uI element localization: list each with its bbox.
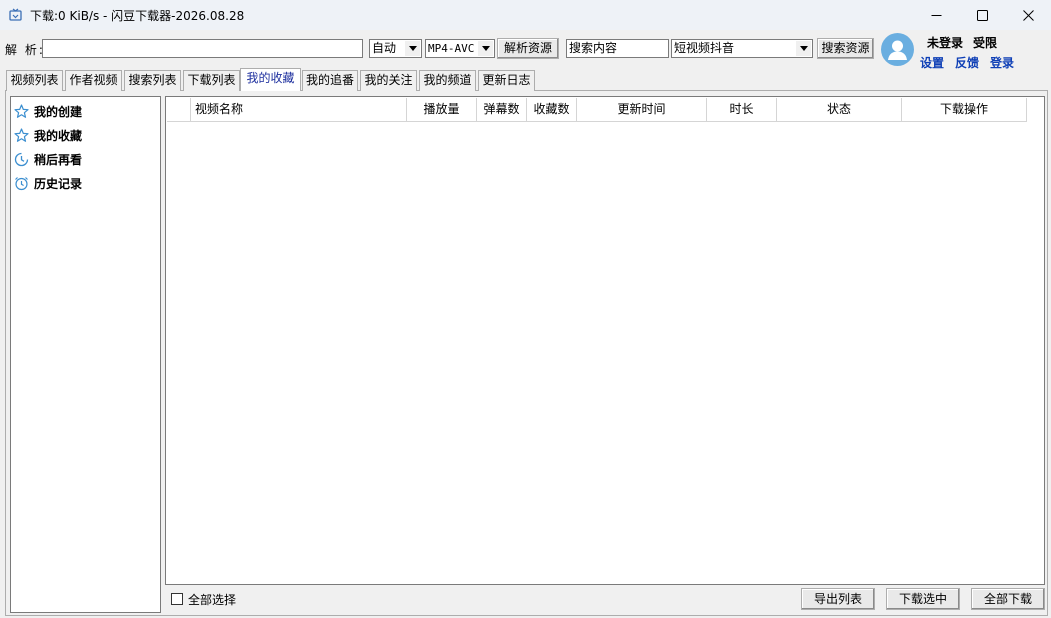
search-resource-button[interactable]: 搜索资源 — [817, 38, 874, 59]
maximize-icon — [976, 9, 988, 21]
quality-select-value: 自动 — [372, 41, 397, 55]
tab-video-list[interactable]: 视频列表 — [6, 70, 63, 91]
star-icon — [13, 103, 29, 119]
minimize-button[interactable] — [913, 0, 959, 30]
tab-my-following[interactable]: 我的关注 — [360, 70, 417, 91]
column-header-download-action[interactable]: 下载操作 — [902, 98, 1027, 122]
format-select-value: MP4-AVC — [428, 42, 475, 55]
user-icon — [888, 40, 907, 60]
format-select[interactable]: MP4-AVC — [425, 39, 495, 58]
column-header-danmaku[interactable]: 弹幕数 — [477, 98, 527, 122]
clock-icon — [13, 151, 29, 167]
star-icon — [13, 127, 29, 143]
limit-status: 受限 — [973, 36, 998, 50]
feedback-link[interactable]: 反馈 — [955, 54, 979, 71]
tab-my-favorites[interactable]: 我的收藏 — [240, 68, 301, 91]
sidebar: 我的创建 我的收藏 稍后再看 历史记录 — [10, 96, 161, 613]
video-table[interactable]: 视频名称 播放量 弹幕数 收藏数 更新时间 时长 状态 下载操作 — [165, 96, 1045, 585]
select-all-label[interactable]: 全部选择 — [188, 591, 236, 608]
column-header-status[interactable]: 状态 — [777, 98, 902, 122]
sidebar-item-watch-later[interactable]: 稍后再看 — [13, 149, 82, 169]
download-selected-button[interactable]: 下载选中 — [886, 588, 960, 610]
sidebar-item-my-created[interactable]: 我的创建 — [13, 101, 82, 121]
window-title: 下载:0 KiB/s - 闪豆下载器-2026.08.28 — [30, 9, 245, 23]
tab-my-anime[interactable]: 我的追番 — [302, 70, 358, 91]
sidebar-item-label: 稍后再看 — [34, 152, 83, 167]
settings-link[interactable]: 设置 — [920, 54, 944, 71]
column-header-update-time[interactable]: 更新时间 — [577, 98, 707, 122]
tab-download-list[interactable]: 下载列表 — [183, 70, 240, 91]
avatar[interactable] — [881, 33, 914, 66]
platform-select[interactable]: 短视频抖音 — [671, 39, 813, 58]
quality-select[interactable]: 自动 — [369, 39, 422, 58]
chevron-down-icon[interactable] — [796, 41, 811, 56]
title-bar: 下载:0 KiB/s - 闪豆下载器-2026.08.28 — [0, 0, 1051, 30]
column-header-plays[interactable]: 播放量 — [407, 98, 477, 122]
close-button[interactable] — [1005, 0, 1051, 30]
tab-author-videos[interactable]: 作者视频 — [65, 70, 122, 91]
sidebar-item-label: 历史记录 — [34, 176, 83, 191]
login-link[interactable]: 登录 — [990, 54, 1014, 71]
sidebar-item-label: 我的创建 — [34, 104, 83, 119]
url-input[interactable] — [42, 39, 363, 58]
chevron-down-icon[interactable] — [405, 41, 420, 56]
app-icon — [9, 8, 22, 21]
platform-select-value: 短视频抖音 — [674, 41, 735, 55]
close-icon — [1022, 9, 1034, 21]
parse-resource-button[interactable]: 解析资源 — [497, 38, 559, 59]
sidebar-item-my-favorites[interactable]: 我的收藏 — [13, 125, 82, 145]
maximize-button[interactable] — [959, 0, 1005, 30]
login-status: 未登录 — [927, 36, 964, 50]
minimize-icon — [931, 14, 941, 16]
select-all-checkbox[interactable] — [171, 593, 183, 605]
column-header-select[interactable] — [167, 98, 191, 122]
export-list-button[interactable]: 导出列表 — [801, 588, 875, 610]
chevron-down-icon[interactable] — [478, 41, 493, 56]
download-all-button[interactable]: 全部下载 — [971, 588, 1045, 610]
sidebar-item-label: 我的收藏 — [34, 128, 83, 143]
parse-label: 解 析: — [5, 43, 45, 57]
column-header-favorites[interactable]: 收藏数 — [527, 98, 577, 122]
column-header-video-name[interactable]: 视频名称 — [191, 98, 407, 122]
tab-search-list[interactable]: 搜索列表 — [124, 70, 181, 91]
search-input[interactable]: 搜索内容 — [566, 39, 669, 58]
sidebar-item-history[interactable]: 历史记录 — [13, 173, 82, 193]
tab-my-channel[interactable]: 我的频道 — [419, 70, 476, 91]
tab-changelog[interactable]: 更新日志 — [478, 70, 535, 91]
alarm-clock-icon — [13, 175, 29, 191]
column-header-duration[interactable]: 时长 — [707, 98, 777, 122]
